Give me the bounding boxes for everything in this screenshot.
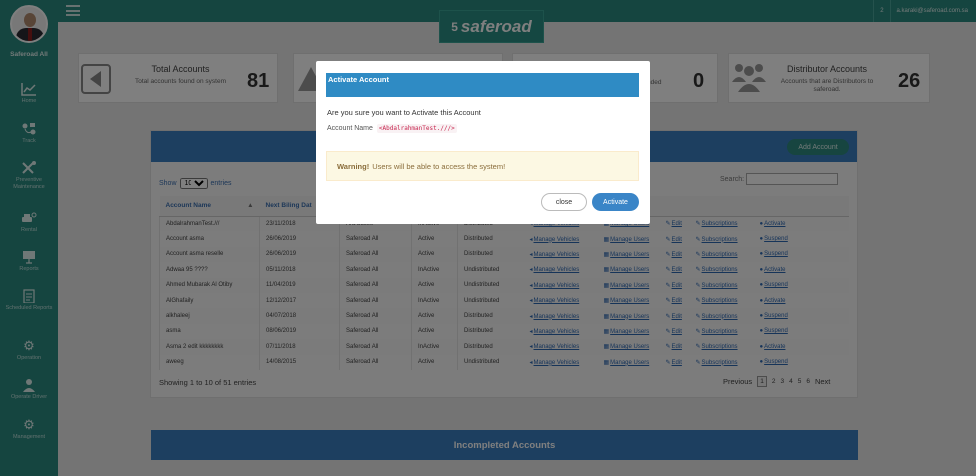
modal-title: Activate Account <box>326 73 639 97</box>
modal-warning: Warning! Users will be able to access th… <box>326 151 639 181</box>
modal-account-value: <AbdalrahmanTest.///> <box>376 124 457 133</box>
modal-question: Are you sure you want to Activate this A… <box>327 108 481 117</box>
activate-button[interactable]: Activate <box>592 193 639 211</box>
close-button[interactable]: close <box>541 193 587 211</box>
modal-account-row: Account Name <AbdalrahmanTest.///> <box>327 124 457 133</box>
activate-account-modal: Activate Account Are you sure you want t… <box>316 61 650 224</box>
